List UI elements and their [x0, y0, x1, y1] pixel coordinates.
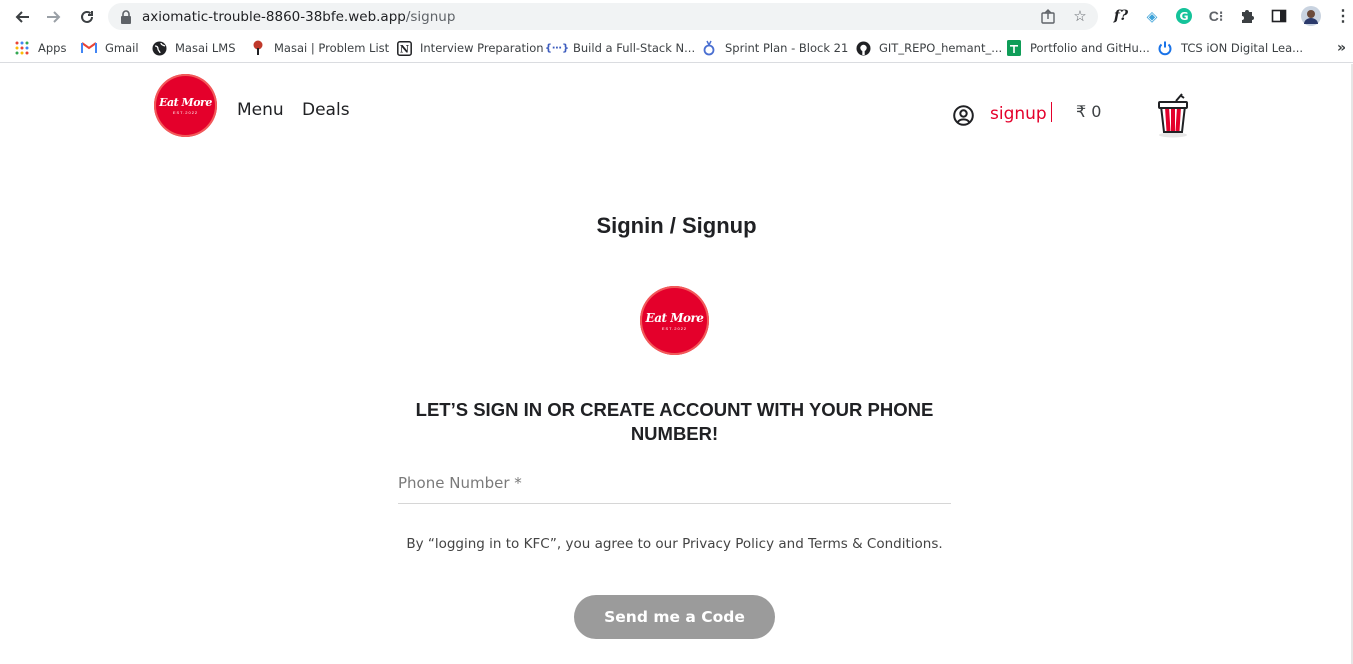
bookmark-sprint-plan[interactable]: Sprint Plan - Block 21: [701, 39, 848, 57]
cart-bucket-icon[interactable]: [1153, 92, 1193, 138]
page-title: Signin / Signup: [596, 213, 757, 238]
bookmark-gmail[interactable]: Gmail: [81, 39, 139, 57]
url-text: axiomatic-trouble-8860-38bfe.web.app/sig…: [142, 8, 456, 25]
extensions-puzzle-icon[interactable]: [1237, 6, 1257, 26]
bookmark-apps[interactable]: Apps: [14, 39, 66, 57]
address-bar[interactable]: axiomatic-trouble-8860-38bfe.web.app/sig…: [108, 3, 1098, 30]
signin-heading: LET’S SIGN IN OR CREATE ACCOUNT WITH YOU…: [398, 398, 951, 446]
send-code-button[interactable]: Send me a Code: [574, 595, 775, 639]
bookmark-label: Interview Preparation: [420, 41, 544, 55]
lock-icon: [120, 9, 132, 24]
gem-extension-icon[interactable]: ◈: [1142, 6, 1162, 26]
nav-deals[interactable]: Deals: [302, 100, 350, 120]
terms-text: By “logging in to KFC”, you agree to our…: [406, 536, 943, 552]
reload-icon[interactable]: [74, 4, 100, 30]
bookmark-label: Build a Full-Stack N...: [573, 41, 696, 55]
back-icon[interactable]: [9, 4, 35, 30]
bookmark-masai-lms[interactable]: Masai LMS: [151, 39, 236, 57]
bookmark-git-repo[interactable]: GIT_REPO_hemant_...: [855, 39, 1002, 57]
masai-icon: [250, 40, 266, 56]
github-icon: [855, 40, 871, 56]
bookmark-portfolio[interactable]: Portfolio and GitHu...: [1006, 39, 1150, 57]
svg-text:N: N: [399, 44, 408, 55]
apps-grid-icon: [14, 40, 30, 56]
svg-text:G: G: [1179, 10, 1188, 23]
site-logo[interactable]: Eat More EST.2022: [154, 74, 217, 137]
copyfish-extension-icon[interactable]: C⁝: [1206, 6, 1226, 26]
bookmarks-bar: Apps Gmail Masai LMS Masai | Problem Lis…: [0, 33, 1353, 63]
logo-text: Eat More: [645, 310, 704, 325]
power-icon: [1157, 40, 1173, 56]
forward-icon[interactable]: [41, 4, 67, 30]
gmail-icon: [81, 40, 97, 56]
side-panel-icon[interactable]: [1269, 6, 1289, 26]
share-icon[interactable]: [1040, 9, 1056, 25]
bookmark-label: Apps: [38, 41, 67, 55]
user-account-icon[interactable]: [953, 105, 974, 126]
header-divider: [1051, 102, 1052, 122]
globe-icon: [151, 40, 167, 56]
bookmark-build-full-stack[interactable]: {⋯} Build a Full-Stack N...: [544, 39, 696, 57]
sprint-icon: [701, 40, 717, 56]
signup-page: Eat More EST.2022 Menu Deals signup ₹ 0 …: [0, 64, 1353, 664]
heading-line-2: NUMBER!: [630, 423, 719, 444]
grammarly-icon[interactable]: G: [1174, 6, 1194, 26]
heading-line-1: LET’S SIGN IN OR CREATE ACCOUNT WITH YOU…: [415, 399, 934, 420]
bookmark-label: GIT_REPO_hemant_...: [879, 41, 1003, 55]
bookmark-label: Gmail: [105, 41, 139, 55]
bookmark-masai-problem-list[interactable]: Masai | Problem List: [250, 39, 389, 57]
code-icon: {⋯}: [544, 42, 570, 54]
bookmark-interview-preparation[interactable]: N Interview Preparation: [396, 39, 544, 57]
bookmark-label: Portfolio and GitHu...: [1030, 41, 1150, 55]
more-bookmarks-button[interactable]: »: [1337, 39, 1346, 57]
bookmark-star-icon[interactable]: ☆: [1072, 9, 1088, 25]
bookmark-label: Masai | Problem List: [274, 41, 390, 55]
phone-number-input[interactable]: [398, 469, 951, 504]
signup-link[interactable]: signup: [990, 104, 1047, 124]
nav-menu[interactable]: Menu: [237, 100, 284, 120]
bookmark-label: TCS iON Digital Lea...: [1181, 41, 1304, 55]
cart-total: ₹ 0: [1076, 102, 1102, 121]
formula-extension-icon[interactable]: f?: [1111, 6, 1131, 26]
menu-kebab-icon[interactable]: ⋮: [1333, 6, 1353, 26]
notion-icon: N: [396, 40, 412, 56]
bookmark-tcs-ion[interactable]: TCS iON Digital Lea...: [1157, 39, 1303, 57]
bookmark-label: Masai LMS: [175, 41, 236, 55]
logo-est: EST.2022: [661, 325, 688, 331]
browser-toolbar: axiomatic-trouble-8860-38bfe.web.app/sig…: [0, 0, 1353, 33]
sheets-icon: [1006, 40, 1022, 56]
logo-est: EST.2022: [172, 110, 199, 115]
bookmark-label: Sprint Plan - Block 21: [725, 41, 849, 55]
profile-avatar[interactable]: [1301, 6, 1321, 26]
logo-text: Eat More: [159, 96, 212, 109]
center-logo: Eat More EST.2022: [640, 286, 709, 355]
